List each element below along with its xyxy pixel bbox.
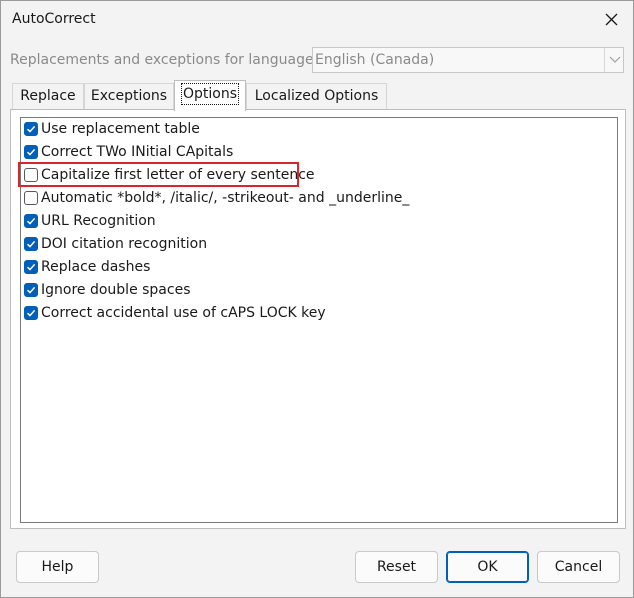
checkbox-checked[interactable] bbox=[24, 237, 38, 251]
option-correct-caps-lock[interactable]: Correct accidental use of cAPS LOCK key bbox=[23, 303, 603, 325]
tab-localized-options[interactable]: Localized Options bbox=[246, 83, 387, 109]
option-ignore-double-spaces[interactable]: Ignore double spaces bbox=[23, 280, 603, 302]
tab-options[interactable]: Options bbox=[174, 80, 246, 111]
option-capitalize-first-letter[interactable]: Capitalize first letter of every sentenc… bbox=[23, 165, 603, 187]
tab-exceptions[interactable]: Exceptions bbox=[84, 83, 174, 109]
option-label: Ignore double spaces bbox=[41, 282, 191, 298]
checkbox-checked[interactable] bbox=[24, 260, 38, 274]
checkbox-checked[interactable] bbox=[24, 122, 38, 136]
option-automatic-formatting[interactable]: Automatic *bold*, /italic/, -strikeout- … bbox=[23, 188, 603, 210]
checkbox-checked[interactable] bbox=[24, 283, 38, 297]
chevron-down-icon bbox=[609, 56, 621, 63]
tab-exceptions-label: Exceptions bbox=[90, 88, 168, 104]
checkmark-icon bbox=[26, 286, 36, 294]
option-label: Capitalize first letter of every sentenc… bbox=[41, 167, 315, 183]
checkbox-unchecked[interactable] bbox=[24, 191, 38, 205]
checkbox-unchecked[interactable] bbox=[24, 168, 38, 182]
autocorrect-dialog: AutoCorrect Replacements and exceptions … bbox=[0, 0, 634, 598]
option-url-recognition[interactable]: URL Recognition bbox=[23, 211, 603, 233]
option-label: Automatic *bold*, /italic/, -strikeout- … bbox=[41, 190, 410, 206]
language-select-divider bbox=[604, 48, 605, 72]
tab-localized-options-label: Localized Options bbox=[254, 88, 379, 104]
option-label: Replace dashes bbox=[41, 259, 151, 275]
close-icon bbox=[605, 13, 618, 26]
checkmark-icon bbox=[26, 309, 36, 317]
help-button[interactable]: Help bbox=[16, 551, 99, 583]
checkmark-icon bbox=[26, 148, 36, 156]
option-label: Correct TWo INitial CApitals bbox=[41, 144, 234, 160]
option-label: Correct accidental use of cAPS LOCK key bbox=[41, 305, 326, 321]
close-button[interactable] bbox=[589, 1, 633, 39]
tab-options-label: Options bbox=[180, 83, 240, 105]
tab-replace[interactable]: Replace bbox=[12, 83, 84, 109]
checkmark-icon bbox=[26, 125, 36, 133]
checkmark-icon bbox=[26, 240, 36, 248]
cancel-button[interactable]: Cancel bbox=[537, 551, 620, 583]
checkbox-checked[interactable] bbox=[24, 145, 38, 159]
window-title: AutoCorrect bbox=[12, 11, 96, 27]
ok-button[interactable]: OK bbox=[446, 551, 529, 583]
option-use-replacement-table[interactable]: Use replacement table bbox=[23, 119, 603, 141]
options-panel: Use replacement table Correct TWo INitia… bbox=[10, 109, 626, 529]
option-replace-dashes[interactable]: Replace dashes bbox=[23, 257, 603, 279]
checkmark-icon bbox=[26, 217, 36, 225]
language-select[interactable]: English (Canada) bbox=[312, 47, 624, 73]
title-bar: AutoCorrect bbox=[1, 1, 633, 39]
checkbox-checked[interactable] bbox=[24, 214, 38, 228]
option-correct-two-initial-capitals[interactable]: Correct TWo INitial CApitals bbox=[23, 142, 603, 164]
option-label: DOI citation recognition bbox=[41, 236, 208, 252]
reset-button[interactable]: Reset bbox=[355, 551, 438, 583]
checkmark-icon bbox=[26, 263, 36, 271]
language-select-value: English (Canada) bbox=[315, 52, 435, 68]
tab-replace-label: Replace bbox=[20, 88, 76, 104]
option-label: URL Recognition bbox=[41, 213, 156, 229]
option-doi-recognition[interactable]: DOI citation recognition bbox=[23, 234, 603, 256]
language-label: Replacements and exceptions for language… bbox=[10, 52, 319, 68]
options-list[interactable]: Use replacement table Correct TWo INitia… bbox=[20, 117, 618, 523]
option-label: Use replacement table bbox=[41, 121, 200, 137]
checkbox-checked[interactable] bbox=[24, 306, 38, 320]
